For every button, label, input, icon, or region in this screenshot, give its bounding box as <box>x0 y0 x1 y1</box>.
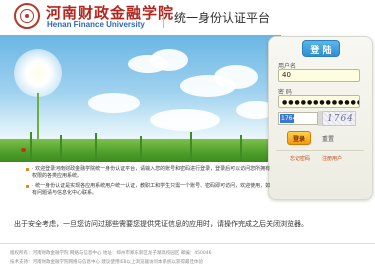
site-header: 河南财政金融学院 Henan Finance University 统一身份认证… <box>0 0 375 33</box>
login-tab-label: 登 陆 <box>310 46 332 56</box>
panel-divider <box>276 150 364 151</box>
password-mask: ●●●●●●●●●●●●●●●● <box>282 99 359 106</box>
notice-text: · 欢迎登录河南财政金融学院统一身份认证平台，请输入您的账号和密码进行登录，登录… <box>32 166 271 179</box>
bullet-icon <box>26 168 29 171</box>
footer-line-1: 版权所有：河南财政金融学院 网络与信息中心 地址：郑州市郑东新区龙子湖高校园区 … <box>10 251 212 256</box>
notice-item: · 欢迎登录河南财政金融学院统一身份认证平台，请输入您的账号和密码进行登录，登录… <box>26 166 274 180</box>
login-tab: 登 陆 <box>302 40 340 57</box>
footer-divider <box>0 243 375 244</box>
login-page: 河南财政金融学院 Henan Finance University 统一身份认证… <box>0 0 375 271</box>
login-button-label: 登录 <box>292 136 305 143</box>
notice-text: · 统一身份认证是实现各应用系统用户统一认证，教职工和学生只需一个账号、密码即可… <box>32 183 271 196</box>
captcha-image-text: 1764 <box>327 114 354 124</box>
captcha-input[interactable]: 1764 <box>278 112 318 125</box>
bullet-icon <box>26 185 29 188</box>
footer-line-2: 技术支持：河南财政金融学院网络与信息中心 建议使用IE8以上浏览器访问本系统以获… <box>10 260 203 265</box>
header-divider <box>163 6 164 28</box>
captcha-input-value: 1764 <box>280 114 297 123</box>
university-seal-icon <box>14 3 40 29</box>
captcha-image[interactable]: 1764 <box>322 111 356 126</box>
username-value: 40 <box>282 71 291 79</box>
system-title: 统一身份认证平台 <box>174 11 271 25</box>
security-tip: 出于安全考虑，一旦您访问过那些需要您提供凭证信息的应用时，请操作完成之后关闭浏览… <box>14 220 308 228</box>
forgot-password-link[interactable]: 忘记密码 <box>290 155 310 162</box>
banner-image <box>0 35 281 162</box>
ladybug-icon <box>21 148 26 152</box>
username-field[interactable]: 40 <box>278 69 360 82</box>
notice-item: · 统一身份认证是实现各应用系统用户统一认证，教职工和学生只需一个账号、密码即可… <box>26 183 274 197</box>
dandelion-icon <box>14 49 62 97</box>
password-field[interactable]: ●●●●●●●●●●●●●●●● <box>278 95 360 108</box>
reset-link[interactable]: 重置 <box>322 134 334 143</box>
login-button[interactable]: 登录 <box>287 131 311 145</box>
register-link[interactable]: 注册用户 <box>322 155 342 162</box>
school-name-en: Henan Finance University <box>47 20 145 29</box>
